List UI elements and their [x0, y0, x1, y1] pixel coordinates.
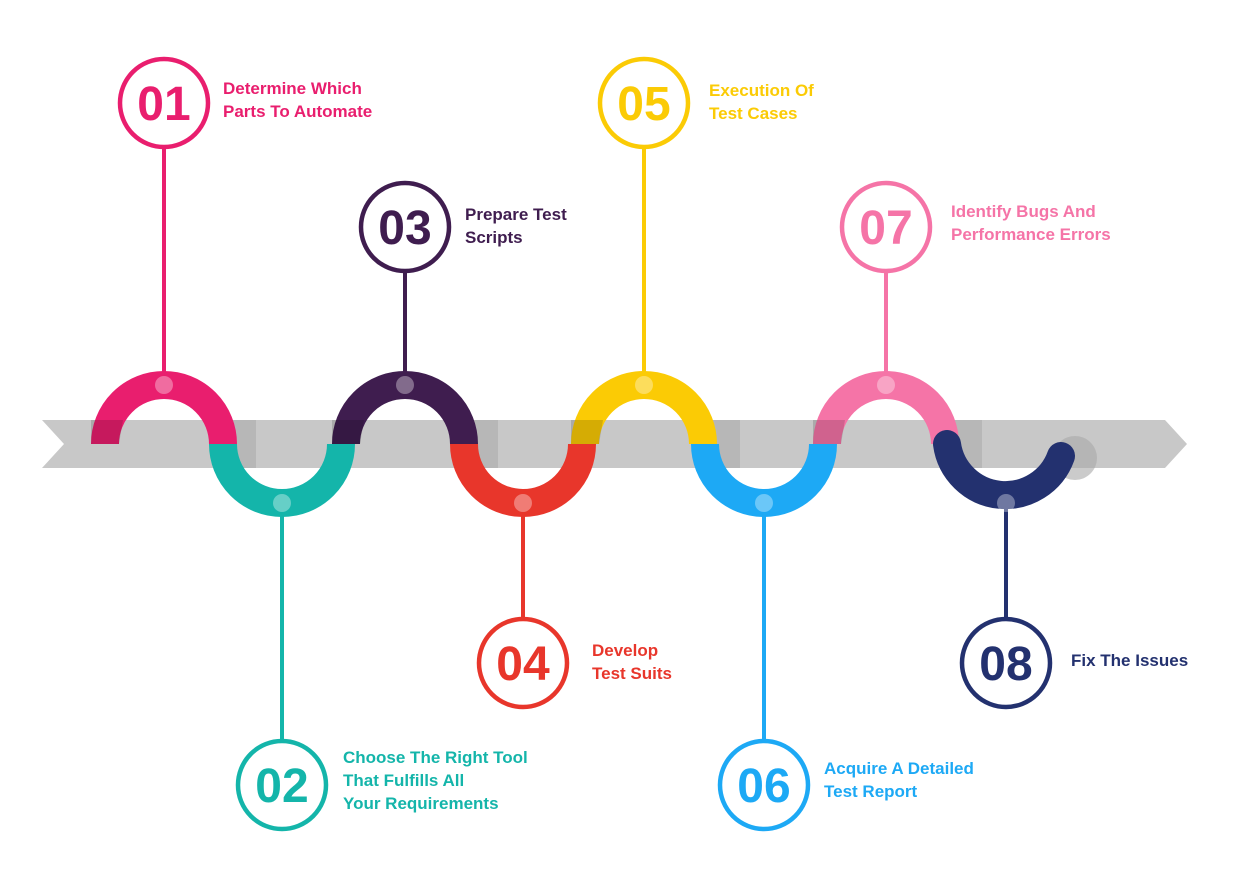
step-08 — [933, 430, 1075, 619]
step-label-line: Parts To Automate — [223, 102, 373, 121]
step-06 — [691, 443, 837, 741]
step-label-04: Develop Test Suits — [592, 639, 672, 685]
step-number: 01 — [137, 78, 190, 131]
step-number: 03 — [378, 202, 431, 255]
step-node-08: 08 — [959, 616, 1053, 710]
step-node-04: 04 — [476, 616, 570, 710]
step-number: 02 — [255, 760, 308, 813]
apex-dot — [155, 376, 173, 394]
apex-dot — [635, 376, 653, 394]
step-label-line: Test Cases — [709, 104, 798, 123]
apex-dot — [755, 494, 773, 512]
apex-dot — [514, 494, 532, 512]
step-label-line: Prepare Test — [465, 205, 567, 224]
wave-shade — [813, 420, 845, 444]
wave-shade — [571, 420, 603, 444]
step-number: 08 — [979, 638, 1032, 691]
step-07 — [813, 271, 959, 445]
step-04 — [450, 443, 596, 619]
step-number: 06 — [737, 760, 790, 813]
step-05 — [571, 147, 717, 445]
step-label-line: Performance Errors — [951, 225, 1111, 244]
step-label-line: Choose The Right Tool — [343, 748, 528, 767]
step-label-line: Fix The Issues — [1071, 651, 1189, 670]
step-label-line: Develop — [592, 641, 659, 660]
step-number: 07 — [859, 202, 912, 255]
step-label-line: Execution Of — [709, 81, 814, 100]
step-02 — [209, 443, 355, 741]
step-label-line: Your Requirements — [343, 794, 499, 813]
apex-dot — [997, 494, 1015, 512]
step-label-02: Choose The Right Tool That Fulfills All Yo… — [343, 746, 528, 815]
step-label-line: Acquire A Detailed — [824, 759, 974, 778]
step-node-05: 05 — [597, 56, 691, 150]
step-number: 05 — [617, 78, 670, 131]
step-label-line: Scripts — [465, 228, 523, 247]
step-node-02: 02 — [235, 738, 329, 832]
step-label-06: Acquire A Detailed Test Report — [824, 757, 974, 803]
step-label-07: Identify Bugs And Performance Errors — [951, 200, 1111, 246]
apex-dot — [877, 376, 895, 394]
step-03 — [332, 271, 478, 445]
step-01 — [91, 147, 237, 445]
step-label-line: Determine Which — [223, 79, 362, 98]
step-node-03: 03 — [358, 180, 452, 274]
step-node-01: 01 — [117, 56, 211, 150]
step-label-line: That Fulfills All — [343, 771, 465, 790]
step-label-08: Fix The Issues — [1071, 649, 1188, 672]
step-node-06: 06 — [717, 738, 811, 832]
wave-shade — [332, 420, 364, 444]
apex-dot — [396, 376, 414, 394]
step-label-01: Determine Which Parts To Automate — [223, 77, 372, 123]
step-label-line: Test Report — [824, 782, 918, 801]
process-infographic: 01 02 03 04 05 06 07 08 Determine Which Parts To… — [0, 0, 1237, 882]
apex-dot — [273, 494, 291, 512]
wave-shade — [91, 420, 123, 444]
timeline-diagram: 01 02 03 04 05 06 07 08 — [42, 56, 1187, 832]
step-label-line: Test Suits — [592, 664, 672, 683]
step-number: 04 — [496, 638, 550, 691]
step-label-line: Identify Bugs And — [951, 202, 1096, 221]
step-label-03: Prepare Test Scripts — [465, 203, 567, 249]
step-label-05: Execution Of Test Cases — [709, 79, 814, 125]
step-node-07: 07 — [839, 180, 933, 274]
